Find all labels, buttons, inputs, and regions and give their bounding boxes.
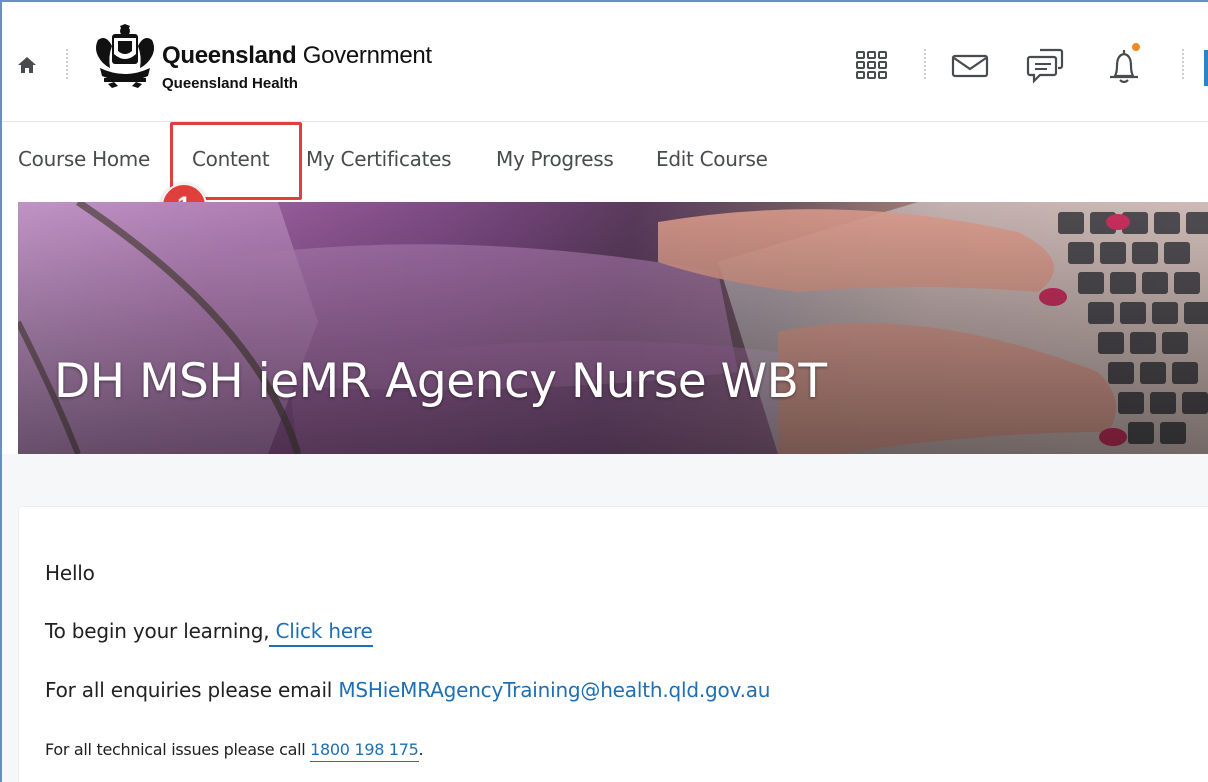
queensland-crest-logo (96, 24, 154, 88)
nav-my-certificates[interactable]: My Certificates (306, 147, 452, 171)
course-banner-image: DH MSH ieMR Agency Nurse WBT (18, 202, 1208, 454)
technical-text: For all technical issues please call (45, 740, 311, 759)
nav-my-progress[interactable]: My Progress (496, 147, 614, 171)
app-grid-icon[interactable] (852, 46, 892, 86)
nav-edit-course[interactable]: Edit Course (656, 147, 768, 171)
announcement-card: Hello To begin your learning, Click here… (18, 506, 1208, 782)
greeting-text: Hello (45, 561, 95, 585)
enquiries-text: For all enquiries please email (45, 678, 339, 702)
begin-learning-text: To begin your learning, (45, 619, 270, 643)
brand-title: Queensland Government (162, 42, 432, 70)
chat-icon[interactable] (1026, 46, 1066, 86)
click-here-link[interactable]: Click here (269, 619, 373, 647)
nav-course-home[interactable]: Course Home (18, 147, 150, 171)
notification-dot (1131, 42, 1141, 52)
brand-subtitle: Queensland Health (162, 75, 298, 92)
browser-frame: Queensland Government Queensland Health (0, 0, 1208, 782)
home-icon[interactable] (16, 54, 38, 76)
course-title: DH MSH ieMR Agency Nurse WBT (54, 354, 827, 409)
begin-learning-line: To begin your learning, Click here (45, 619, 373, 647)
site-header: Queensland Government Queensland Health (2, 2, 1208, 122)
banner-photo-illustration (18, 202, 1208, 454)
profile-button-edge[interactable] (1204, 50, 1208, 86)
header-divider (66, 49, 68, 79)
mail-icon[interactable] (950, 46, 990, 86)
brand-block: Queensland Government Queensland Health (162, 42, 432, 92)
header-divider (924, 49, 926, 79)
bell-icon[interactable] (1104, 46, 1144, 86)
technical-line: For all technical issues please call 180… (45, 740, 424, 762)
brand-title-regular: Government (296, 42, 432, 69)
header-divider (1182, 49, 1184, 79)
technical-suffix: . (418, 740, 424, 759)
enquiries-line: For all enquiries please email MSHieMRAg… (45, 678, 770, 702)
brand-title-bold: Queensland (162, 42, 297, 69)
technical-phone-link[interactable]: 1800 198 175 (310, 740, 419, 762)
enquiries-email-link[interactable]: MSHieMRAgencyTraining@health.qld.gov.au (338, 678, 770, 702)
